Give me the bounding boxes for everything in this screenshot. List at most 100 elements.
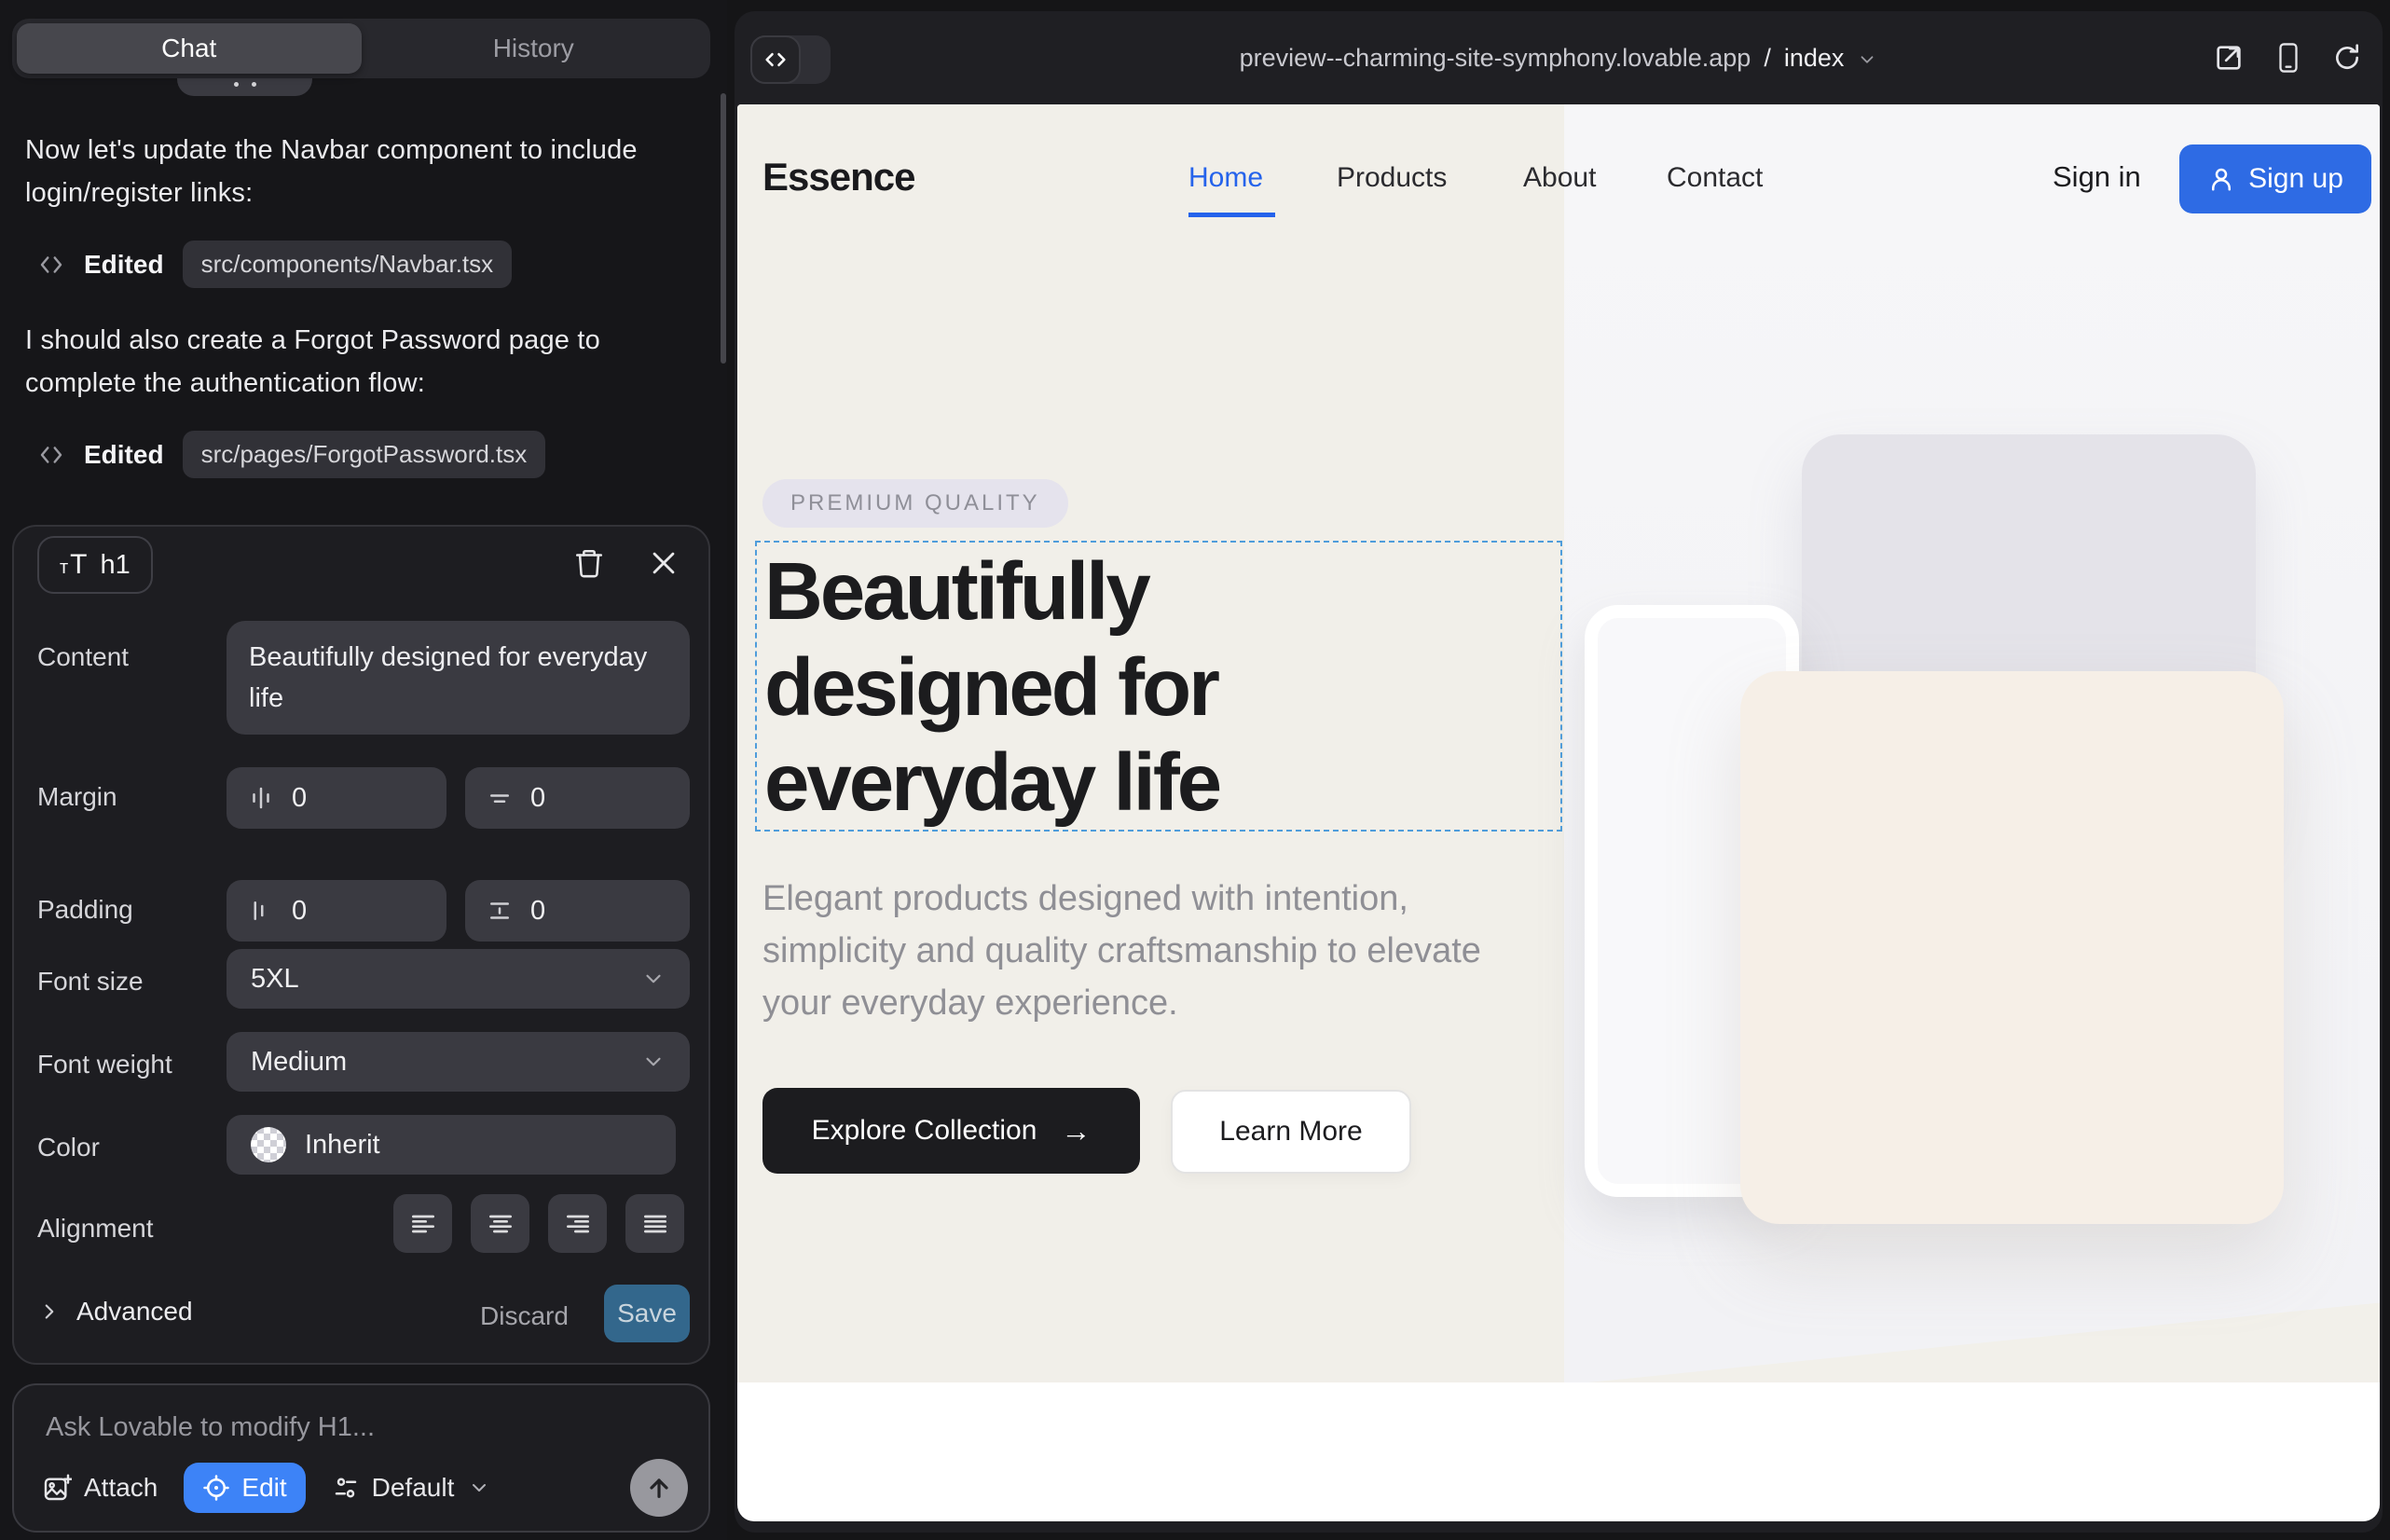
- padding-horizontal-icon: [247, 897, 275, 925]
- chat-history-tabbar: Chat History: [12, 19, 710, 78]
- font-weight-select[interactable]: Medium: [227, 1032, 690, 1092]
- refresh-button[interactable]: [2332, 43, 2362, 73]
- mode-select[interactable]: Default: [332, 1473, 491, 1503]
- image-plus-icon: [42, 1473, 72, 1503]
- url-separator: /: [1764, 44, 1771, 73]
- arrow-right-icon: →: [1061, 1116, 1091, 1146]
- smartphone-icon: [2274, 42, 2302, 74]
- discard-button[interactable]: Discard: [480, 1301, 569, 1331]
- edited-file-row[interactable]: Edited src/components/Navbar.tsx: [37, 241, 512, 288]
- margin-label: Margin: [37, 782, 117, 812]
- external-link-icon: [2213, 42, 2245, 74]
- premium-quality-badge: PREMIUM QUALITY: [762, 479, 1068, 528]
- mobile-view-button[interactable]: [2274, 42, 2302, 74]
- alignment-label: Alignment: [37, 1214, 154, 1244]
- file-path-badge[interactable]: src/pages/ForgotPassword.tsx: [183, 431, 546, 478]
- code-icon: [37, 251, 65, 279]
- sign-in-link[interactable]: Sign in: [2053, 160, 2141, 194]
- nav-active-underline: [1188, 213, 1275, 217]
- tab-chat[interactable]: Chat: [17, 23, 362, 74]
- close-editor-button[interactable]: [648, 547, 680, 579]
- learn-more-button[interactable]: Learn More: [1171, 1090, 1411, 1174]
- edited-file-row[interactable]: Edited src/pages/ForgotPassword.tsx: [37, 431, 545, 478]
- delete-element-button[interactable]: [573, 547, 605, 579]
- nav-link-about[interactable]: About: [1523, 162, 1596, 194]
- type-icon: тT: [60, 549, 88, 581]
- assistant-message: I should also create a Forgot Password p…: [25, 319, 692, 406]
- color-label: Color: [37, 1133, 100, 1162]
- file-path-badge[interactable]: src/components/Navbar.tsx: [183, 241, 513, 288]
- margin-x-input[interactable]: 0: [227, 767, 446, 829]
- code-icon: [37, 441, 65, 469]
- align-justify-button[interactable]: [625, 1194, 684, 1253]
- padding-x-input[interactable]: 0: [227, 880, 446, 942]
- padding-vertical-icon: [486, 897, 514, 925]
- edit-mode-button[interactable]: Edit: [184, 1463, 305, 1513]
- nav-link-products[interactable]: Products: [1337, 162, 1447, 194]
- site-viewport: Essence Home Products About Contact Sign…: [737, 104, 2380, 1521]
- content-textarea[interactable]: Beautifully designed for everyday life: [227, 621, 690, 735]
- align-right-button[interactable]: [548, 1194, 607, 1253]
- explore-collection-button[interactable]: Explore Collection →: [762, 1088, 1140, 1174]
- chevron-down-icon: [641, 1050, 666, 1074]
- font-size-select[interactable]: 5XL: [227, 949, 690, 1009]
- content-label: Content: [37, 642, 129, 672]
- chat-scrollbar[interactable]: [721, 93, 726, 364]
- font-weight-label: Font weight: [37, 1050, 172, 1079]
- save-button[interactable]: Save: [604, 1285, 690, 1342]
- padding-label: Padding: [37, 895, 133, 925]
- align-left-button[interactable]: [393, 1194, 452, 1253]
- composer-toolbar: Attach Edit Default: [42, 1458, 688, 1518]
- site-logo[interactable]: Essence: [762, 155, 914, 199]
- advanced-label: Advanced: [76, 1297, 193, 1327]
- refresh-icon: [2332, 43, 2362, 73]
- margin-horizontal-icon: [247, 784, 275, 812]
- chevron-down-icon: [641, 967, 666, 991]
- attach-button[interactable]: Attach: [42, 1473, 158, 1503]
- trash-icon: [573, 547, 605, 579]
- element-tag-name: h1: [101, 550, 130, 581]
- h1-selection-outline[interactable]: Beautifully designed for everyday life: [755, 541, 1562, 832]
- edited-label: Edited: [84, 440, 164, 470]
- preview-chrome-actions: [2213, 11, 2362, 104]
- font-weight-value: Medium: [251, 1047, 347, 1078]
- preview-url-bar[interactable]: preview--charming-site-symphony.lovable.…: [735, 11, 2383, 104]
- align-center-button[interactable]: [471, 1194, 529, 1253]
- margin-x-value: 0: [292, 783, 307, 814]
- hero-paragraph: Elegant products designed with intention…: [762, 873, 1518, 1030]
- color-select[interactable]: Inherit: [227, 1115, 676, 1175]
- sign-up-button[interactable]: Sign up: [2179, 144, 2371, 213]
- assistant-message: Now let's update the Navbar component to…: [25, 129, 692, 215]
- font-size-value: 5XL: [251, 964, 299, 995]
- transparent-color-swatch: [251, 1127, 286, 1162]
- chat-panel: Chat History Now let's update the Navbar…: [0, 0, 727, 1540]
- target-icon: [202, 1474, 230, 1502]
- align-justify-icon: [640, 1209, 670, 1239]
- align-right-icon: [563, 1209, 593, 1239]
- padding-y-value: 0: [530, 896, 545, 927]
- element-tag-pill[interactable]: тT h1: [37, 536, 153, 594]
- edit-label: Edit: [241, 1473, 286, 1503]
- nav-link-contact[interactable]: Contact: [1667, 162, 1763, 194]
- font-size-label: Font size: [37, 967, 144, 997]
- open-external-button[interactable]: [2213, 42, 2245, 74]
- margin-y-input[interactable]: 0: [465, 767, 690, 829]
- sliders-icon: [332, 1474, 360, 1502]
- advanced-toggle[interactable]: Advanced: [37, 1297, 193, 1327]
- chevron-down-icon: [1857, 49, 1877, 70]
- padding-y-input[interactable]: 0: [465, 880, 690, 942]
- chevron-down-icon: [468, 1477, 490, 1499]
- arrow-up-icon: [644, 1473, 674, 1503]
- chevron-right-icon: [37, 1299, 62, 1324]
- attach-label: Attach: [84, 1473, 158, 1503]
- nav-link-home[interactable]: Home: [1188, 162, 1263, 194]
- chat-composer: Attach Edit Default: [12, 1383, 710, 1533]
- tab-history[interactable]: History: [362, 23, 707, 74]
- send-button[interactable]: [630, 1459, 688, 1517]
- margin-y-value: 0: [530, 783, 545, 814]
- preview-page-name: index: [1784, 44, 1845, 73]
- hero-heading[interactable]: Beautifully designed for everyday life: [764, 544, 1219, 832]
- composer-input[interactable]: [44, 1411, 663, 1444]
- align-center-icon: [486, 1209, 515, 1239]
- margin-vertical-icon: [486, 784, 514, 812]
